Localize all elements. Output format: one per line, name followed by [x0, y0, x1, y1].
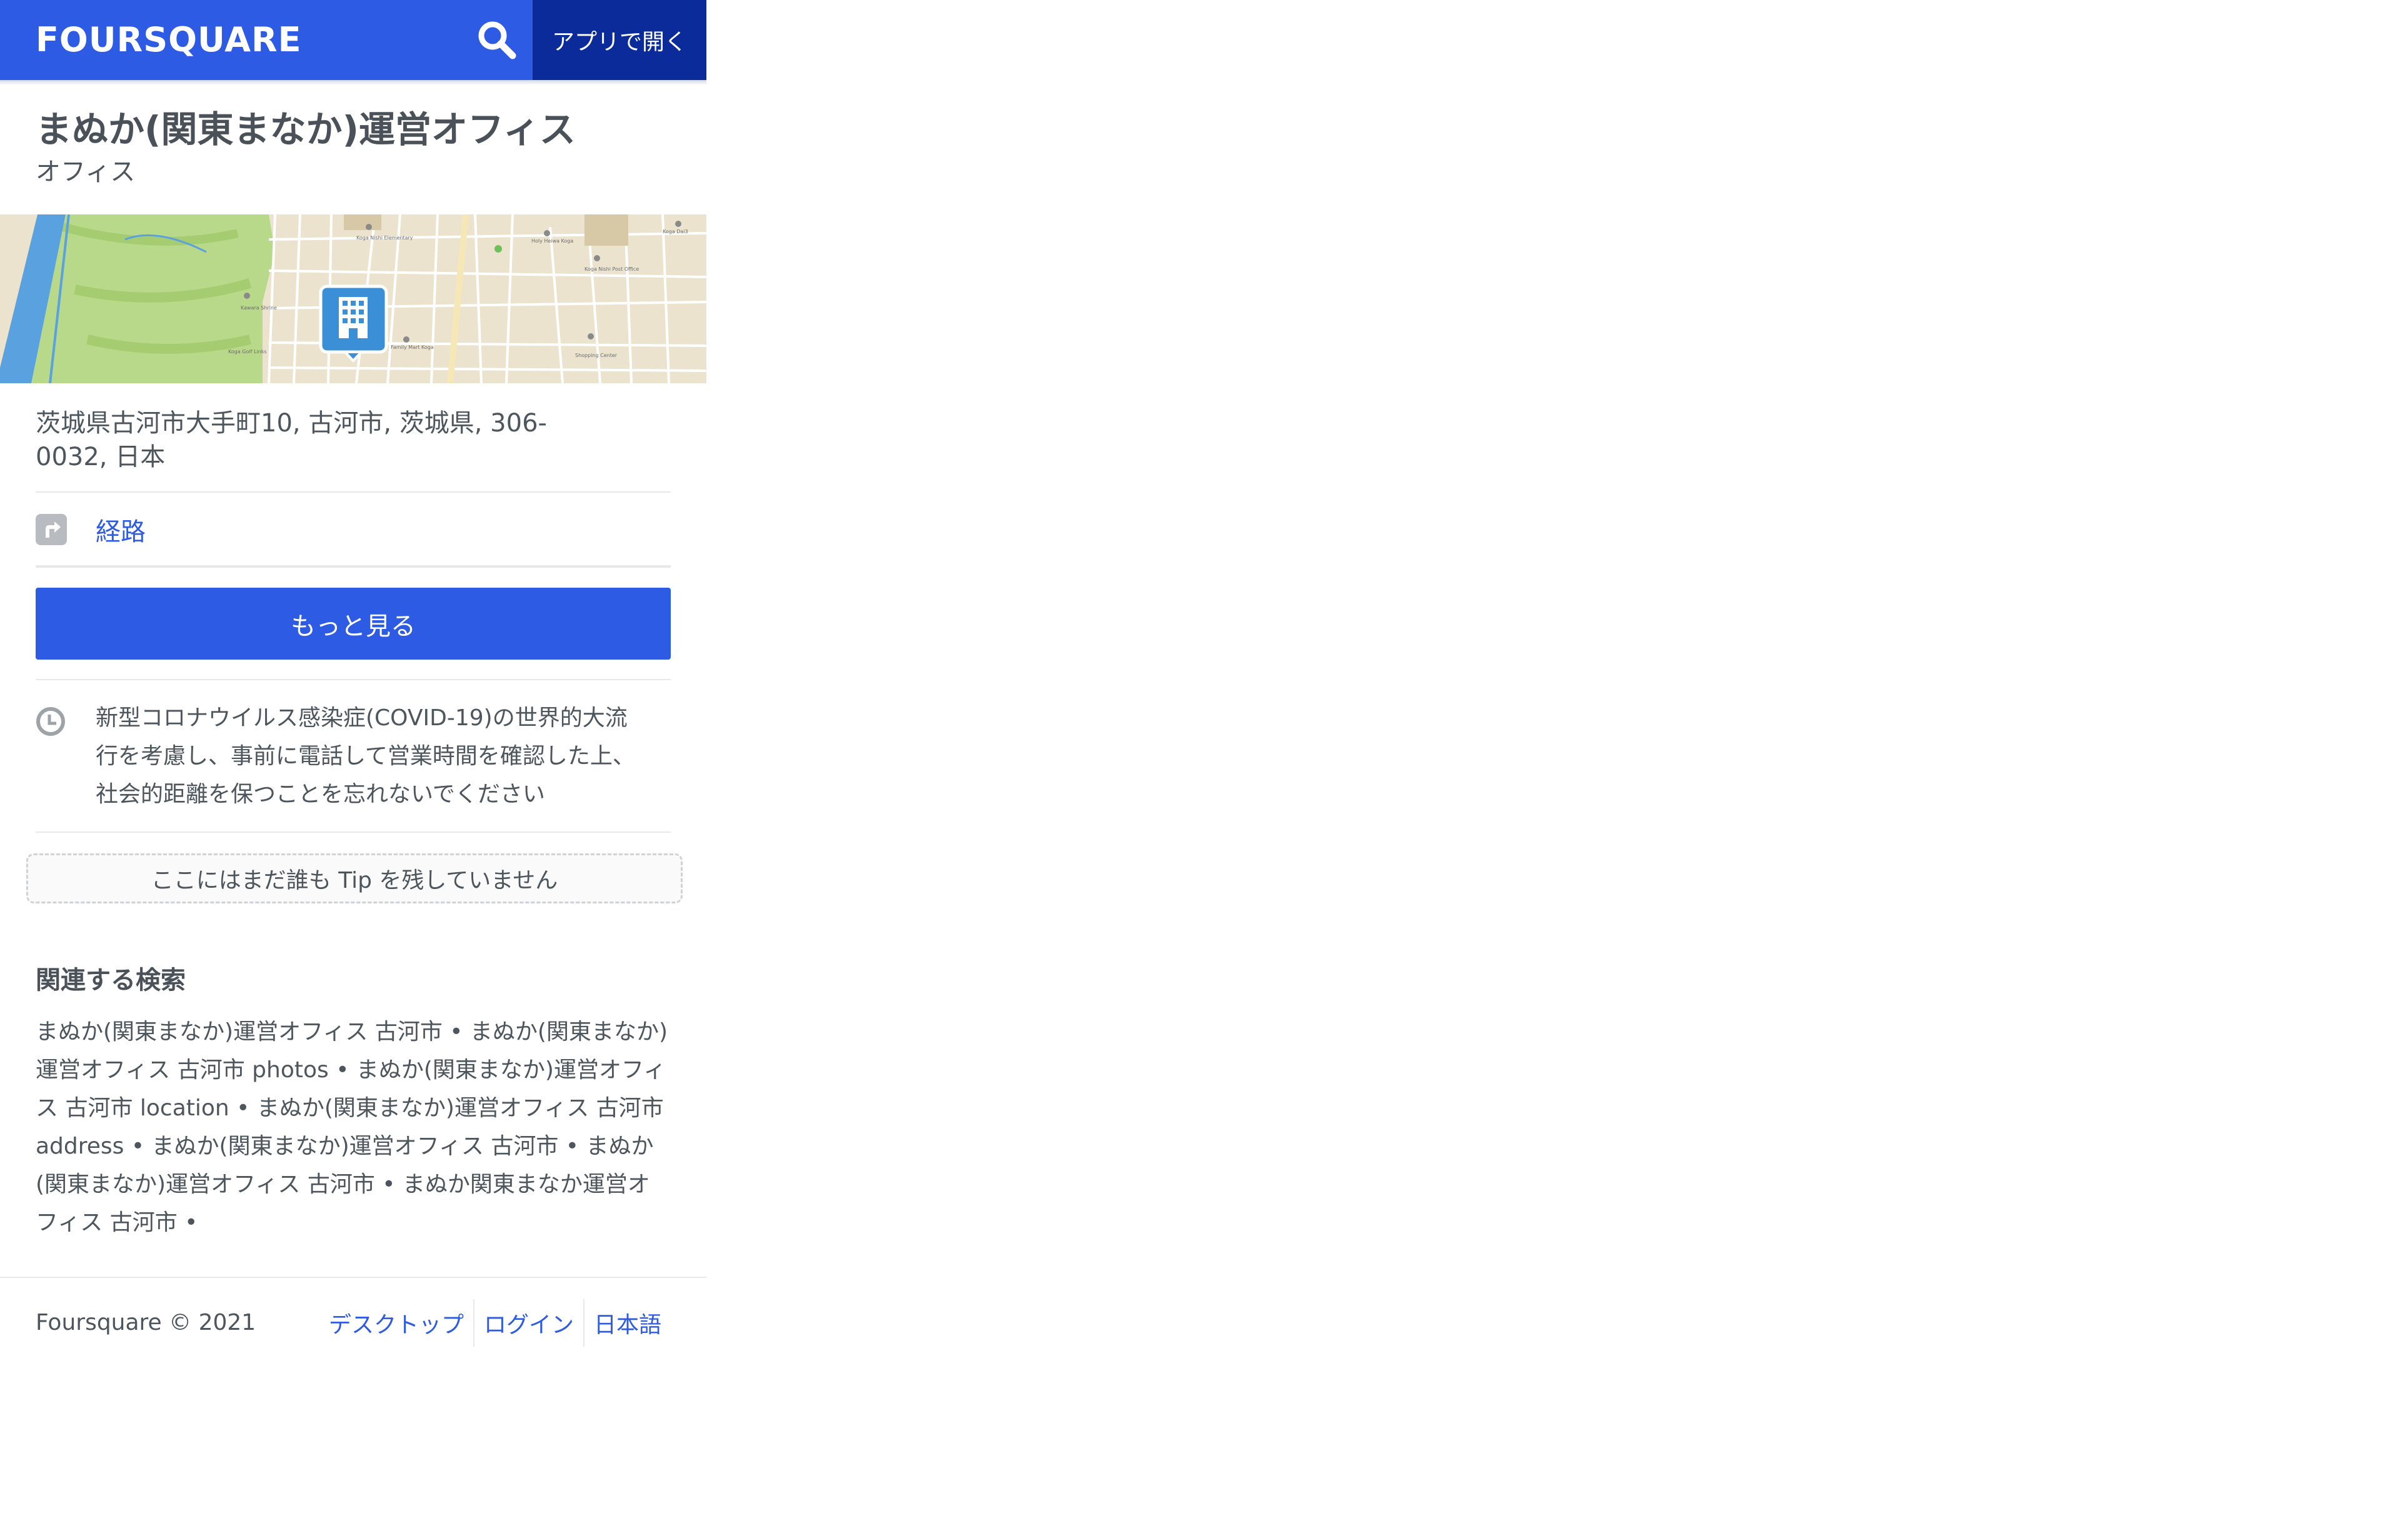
- venue-address: 茨城県古河市大手町10, 古河市, 茨城県, 306-0032, 日本: [36, 409, 547, 471]
- venue-pin: [319, 284, 388, 362]
- divider: [36, 565, 671, 568]
- directions-label[interactable]: 経路: [96, 511, 146, 548]
- svg-text:Kawara Shrine: Kawara Shrine: [241, 305, 277, 311]
- divider: [36, 491, 671, 493]
- footer-link-language[interactable]: 日本語: [584, 1307, 671, 1339]
- footer-link-desktop[interactable]: デスクトップ: [319, 1307, 473, 1339]
- search-icon: [478, 21, 516, 59]
- footer-links: デスクトップ ログイン 日本語: [319, 1299, 671, 1347]
- copyright: Foursquare © 2021: [36, 1310, 256, 1335]
- svg-text:Shopping Center: Shopping Center: [575, 353, 618, 358]
- covid-notice-text: 新型コロナウイルス感染症(COVID-19)の世界的大流行を考慮し、事前に電話し…: [96, 705, 635, 807]
- svg-text:Koga Golf Links: Koga Golf Links: [228, 349, 267, 354]
- divider: [36, 832, 671, 833]
- map-image: Koga Nishi Elementary Holy Heiwa Koga Ko…: [0, 214, 706, 383]
- svg-text:Koga Nishi Post Office: Koga Nishi Post Office: [584, 266, 639, 272]
- footer-link-login[interactable]: ログイン: [474, 1307, 583, 1339]
- svg-text:Koga Nishi Elementary: Koga Nishi Elementary: [356, 235, 413, 241]
- footer-divider: [0, 1277, 706, 1278]
- search-button[interactable]: [472, 15, 522, 65]
- open-in-app-button[interactable]: アプリで開く: [533, 0, 706, 80]
- related-searches-heading: 関連する検索: [36, 966, 186, 995]
- header-shadow: [0, 80, 706, 85]
- svg-text:Holy Heiwa Koga: Holy Heiwa Koga: [531, 238, 573, 244]
- see-more-button[interactable]: もっと見る: [36, 588, 671, 660]
- no-tips-message: ここにはまだ誰も Tip を残していません: [26, 853, 683, 903]
- venue-name: まぬか(関東まなか)運営オフィス: [36, 108, 576, 151]
- divider: [36, 679, 671, 680]
- directions-arrow-icon: [36, 514, 67, 545]
- top-bar: FOURSQUARE アプリで開く: [0, 0, 706, 80]
- clock-icon: [36, 707, 65, 736]
- page: FOURSQUARE アプリで開く まぬか(関東まなか)運営オフィス オフィス: [0, 0, 706, 1347]
- venue-category[interactable]: オフィス: [36, 151, 135, 188]
- directions-link[interactable]: 経路: [36, 510, 146, 550]
- foursquare-logo[interactable]: FOURSQUARE: [36, 23, 301, 58]
- svg-text:Koga Dai3: Koga Dai3: [663, 229, 688, 234]
- related-searches-list: まぬか(関東まなか)運営オフィス 古河市 • まぬか(関東まなか)運営オフィス …: [36, 1019, 668, 1235]
- svg-text:Family Mart Koga: Family Mart Koga: [391, 344, 434, 350]
- venue-map[interactable]: Koga Nishi Elementary Holy Heiwa Koga Ko…: [0, 214, 706, 383]
